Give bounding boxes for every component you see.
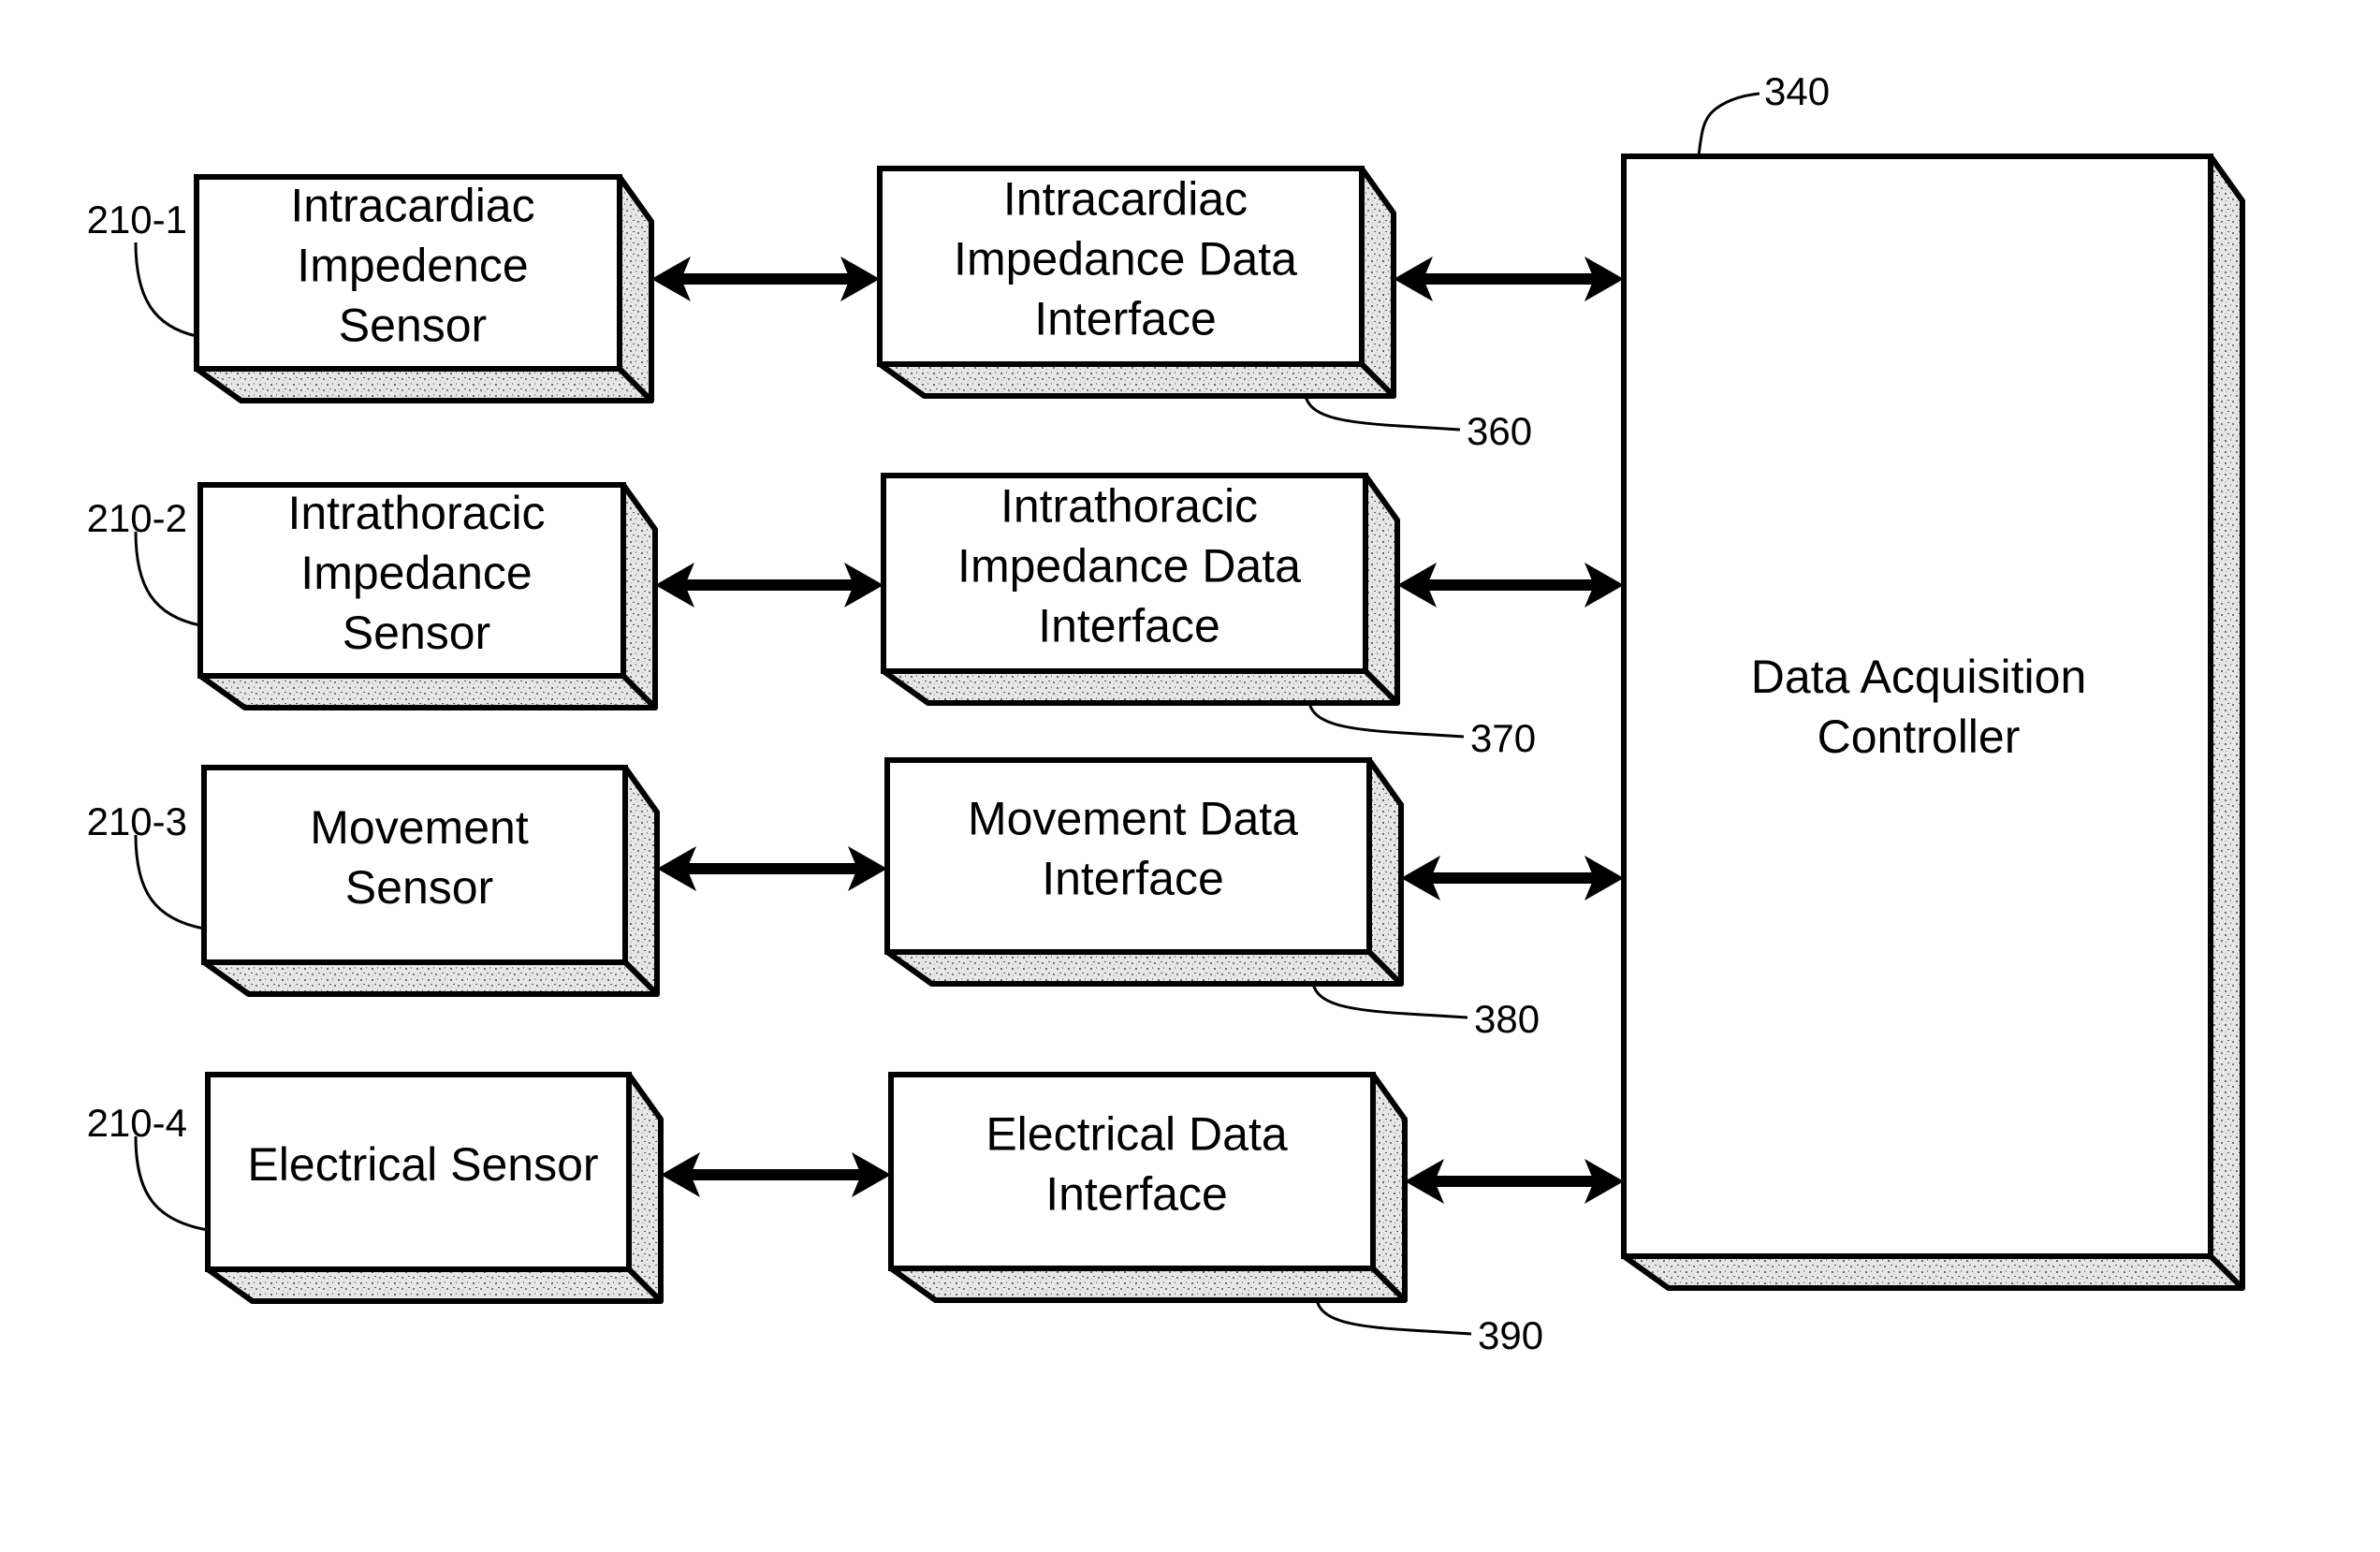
interface-380-label-line: Movement Data <box>968 793 1298 845</box>
controller-box-340-bottom-face <box>1621 1253 2245 1291</box>
arrow-370-to-340 <box>1397 563 1624 608</box>
arrow-210-2-to-370 <box>655 563 883 608</box>
interface-box-390-bottom-face <box>888 1266 1408 1303</box>
leader-line-210-2 <box>134 531 201 627</box>
arrow-380-to-340 <box>1401 856 1624 900</box>
leader-line-340 <box>1697 92 1760 157</box>
interface-box-360-bottom-face <box>877 361 1396 399</box>
sensor-210-3-label-line: Sensor <box>345 861 493 914</box>
arrow-390-to-340 <box>1405 1159 1624 1204</box>
arrow-360-to-340 <box>1394 256 1624 301</box>
controller-box-340 <box>1621 154 2213 1259</box>
leader-line-210-4 <box>134 1135 209 1232</box>
interface-box-390-side-face <box>1370 1072 1408 1303</box>
ref-label-210-1: 210-1 <box>87 198 187 242</box>
interface-box-380-side-face <box>1366 757 1404 987</box>
sensor-box-210-4-side-face <box>626 1072 664 1304</box>
interface-370-label-line: Interface <box>1038 600 1220 652</box>
interface-box-370-bottom-face <box>881 668 1400 706</box>
controller-box-340-side-face <box>2208 154 2245 1291</box>
sensor-box-210-2-side-face <box>621 482 658 710</box>
sensor-210-1-label-line: Intracardiac <box>290 180 534 232</box>
ref-label-360: 360 <box>1467 409 1532 453</box>
sensor-box-210-4-bottom-face <box>205 1266 664 1304</box>
sensor-box-210-1-bottom-face <box>194 366 654 403</box>
leader-line-370 <box>1307 702 1465 739</box>
sensor-210-3-label-line: Movement <box>310 801 529 854</box>
interface-box-380-bottom-face <box>884 949 1404 987</box>
sensor-210-2-label-line: Intrathoracic <box>287 487 545 539</box>
ref-label-210-3: 210-3 <box>87 799 187 843</box>
interface-390-label-line: Electrical Data <box>986 1108 1288 1161</box>
controller-340-label-line: Data Acquisition <box>1751 651 2087 703</box>
controller-340-label-line: Controller <box>1818 710 2021 763</box>
arrow-210-1-to-360 <box>651 256 880 301</box>
interface-390-label-line: Interface <box>1045 1168 1228 1221</box>
arrow-210-4-to-390 <box>661 1152 891 1197</box>
leader-line-390 <box>1315 1299 1472 1336</box>
ref-label-380: 380 <box>1474 997 1540 1041</box>
interface-370-label-line: Impedance Data <box>957 540 1301 593</box>
ref-label-390: 390 <box>1478 1313 1543 1357</box>
interface-360-label-line: Interface <box>1034 293 1217 345</box>
block-diagram: Intracardiac Impedence Sensor 210-1 Intratho… <box>87 69 2245 1357</box>
arrow-210-3-to-380 <box>657 846 887 891</box>
sensor-box-210-3-bottom-face <box>201 959 660 997</box>
interface-box-370-side-face <box>1363 473 1400 706</box>
sensor-box-210-2-bottom-face <box>197 673 658 710</box>
ref-label-210-2: 210-2 <box>87 496 187 540</box>
sensor-210-1-label-line: Impedence <box>297 240 528 292</box>
sensor-210-2-label-line: Impedance <box>300 547 532 599</box>
interface-360-label-line: Impedance Data <box>954 233 1297 286</box>
leader-line-210-1 <box>134 242 197 338</box>
sensor-210-4-label-line: Electrical Sensor <box>247 1138 598 1191</box>
ref-label-210-4: 210-4 <box>87 1101 187 1145</box>
sensor-210-2-label-line: Sensor <box>343 607 490 659</box>
interface-380-label-line: Interface <box>1042 853 1224 905</box>
interface-360-label-line: Intracardiac <box>1003 173 1248 226</box>
sensor-box-210-3-side-face <box>622 765 660 997</box>
leader-line-360 <box>1304 395 1461 432</box>
sensor-box-210-1-side-face <box>617 174 654 403</box>
sensor-210-1-label-line: Sensor <box>339 300 487 352</box>
interface-box-360-side-face <box>1359 166 1396 399</box>
interface-370-label-line: Intrathoracic <box>1000 480 1258 533</box>
ref-label-340: 340 <box>1764 69 1830 113</box>
leader-line-210-3 <box>134 834 205 930</box>
ref-label-370: 370 <box>1470 716 1536 760</box>
leader-line-380 <box>1311 983 1468 1019</box>
